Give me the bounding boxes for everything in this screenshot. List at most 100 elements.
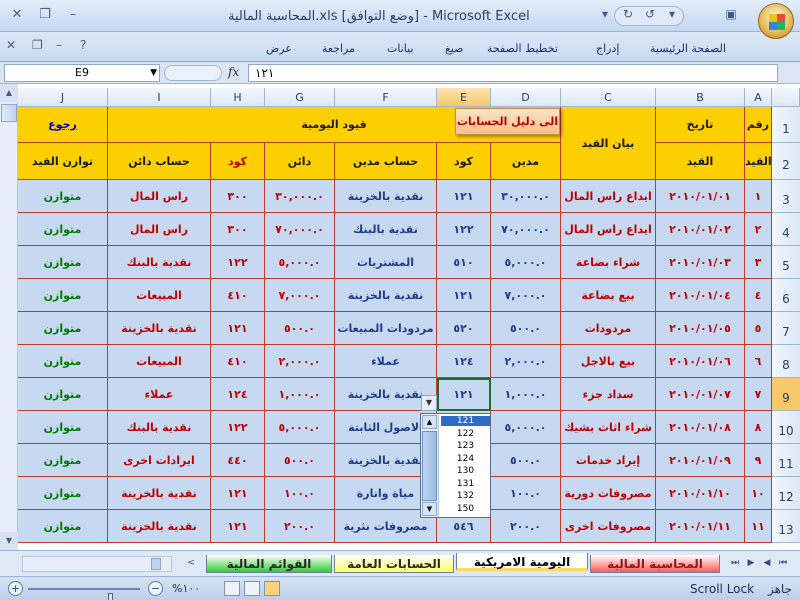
credit-account[interactable]: نقدية بالخزينة (108, 510, 211, 543)
col-header-i[interactable]: I (108, 88, 211, 107)
dropdown-scroll-thumb[interactable] (422, 431, 437, 501)
debit-code[interactable]: ١٢٤ (437, 345, 491, 378)
balance-status[interactable]: متوازن (18, 378, 108, 411)
sheet-tab-1[interactable]: المحاسبة المالية (590, 555, 720, 573)
active-cell-e9[interactable] (437, 378, 491, 411)
row-header-2[interactable]: 2 (772, 143, 800, 180)
entry-date[interactable]: ٢٠١٠/٠١/٠٨ (656, 411, 745, 444)
debit-amount[interactable]: ٢,٠٠٠.٠ (491, 345, 561, 378)
horizontal-scrollbar[interactable] (22, 556, 172, 572)
tab-home[interactable]: الصفحة الرئيسية (650, 42, 726, 55)
credit-code[interactable]: ٣٠٠ (211, 213, 265, 246)
entry-description[interactable]: مردودات (561, 312, 656, 345)
credit-code[interactable]: ١٢٢ (211, 246, 265, 279)
credit-amount[interactable]: ٥٠٠.٠ (265, 312, 335, 345)
entry-description[interactable]: بيع بضاعة (561, 279, 656, 312)
tab-view[interactable]: عرض (266, 42, 292, 55)
credit-account[interactable]: المبيعات (108, 279, 211, 312)
credit-amount[interactable]: ٥,٠٠٠.٠ (265, 246, 335, 279)
close-icon[interactable]: ✕ (6, 6, 28, 24)
entry-number[interactable]: ٦ (745, 345, 772, 378)
credit-account[interactable]: نقدية بالخزينة (108, 312, 211, 345)
zoom-slider-thumb[interactable] (108, 593, 113, 600)
entry-description[interactable]: سداد جزء (561, 378, 656, 411)
debit-account[interactable]: عملاء (335, 345, 437, 378)
sheet-tab-2[interactable]: اليومية الامريكية (456, 553, 588, 571)
row-header-13[interactable]: 13 (772, 510, 800, 543)
debit-amount[interactable]: ٧٠,٠٠٠.٠ (491, 213, 561, 246)
credit-amount[interactable]: ٣٠,٠٠٠.٠ (265, 180, 335, 213)
row-header-7[interactable]: 7 (772, 312, 800, 345)
col-header-g[interactable]: G (265, 88, 335, 107)
debit-amount[interactable]: ٥,٠٠٠.٠ (491, 246, 561, 279)
entry-number[interactable]: ٨ (745, 411, 772, 444)
sheet-tab-3[interactable]: الحسابات العامة (334, 555, 454, 573)
credit-code[interactable]: ١٢١ (211, 477, 265, 510)
entry-date[interactable]: ٢٠١٠/٠١/٠٤ (656, 279, 745, 312)
col-header-j[interactable]: J (18, 88, 108, 107)
balance-status[interactable]: متوازن (18, 312, 108, 345)
vertical-scrollbar[interactable]: ▲ ▼ (0, 84, 18, 550)
credit-amount[interactable]: ٥,٠٠٠.٠ (265, 411, 335, 444)
dropdown-arrow-icon[interactable]: ▼ (421, 395, 437, 411)
debit-amount[interactable]: ١٠٠.٠ (491, 477, 561, 510)
col-header-h[interactable]: H (211, 88, 265, 107)
entry-date[interactable]: ٢٠١٠/٠١/٠٦ (656, 345, 745, 378)
debit-account[interactable]: نقدية بالبنك (335, 213, 437, 246)
credit-amount[interactable]: ٢٠٠.٠ (265, 510, 335, 543)
debit-code[interactable]: ١٢٢ (437, 213, 491, 246)
dropdown-option[interactable]: 122 (441, 429, 490, 439)
credit-code[interactable]: ١٢١ (211, 312, 265, 345)
dropdown-option[interactable]: 123 (441, 441, 490, 451)
entry-number[interactable]: ٣ (745, 246, 772, 279)
credit-code[interactable]: ٤١٠ (211, 279, 265, 312)
row-header-8[interactable]: 8 (772, 345, 800, 378)
credit-amount[interactable]: ٢,٠٠٠.٠ (265, 345, 335, 378)
entry-description[interactable]: مصروفات اخرى (561, 510, 656, 543)
tab-insert[interactable]: إدراج (596, 42, 619, 55)
formula-input[interactable]: ١٢١ (248, 64, 778, 82)
col-header-c[interactable]: C (561, 88, 656, 107)
balance-status[interactable]: متوازن (18, 180, 108, 213)
zoom-level[interactable]: %١٠٠ (172, 582, 200, 595)
col-header-b[interactable]: B (656, 88, 745, 107)
debit-code[interactable]: ١٢١ (437, 180, 491, 213)
row-header-12[interactable]: 12 (772, 477, 800, 510)
debit-account[interactable]: نقدية بالخزينة (335, 180, 437, 213)
scroll-down-icon[interactable]: ▼ (0, 532, 18, 550)
tab-formulas[interactable]: صيغ (445, 42, 464, 55)
row-header-1[interactable]: 1 (772, 107, 800, 143)
credit-code[interactable]: ١٢٢ (211, 411, 265, 444)
restore-icon[interactable]: ❐ (34, 6, 56, 24)
credit-amount[interactable]: ٥٠٠.٠ (265, 444, 335, 477)
tab-nav-prev-icon[interactable]: ◀ (760, 556, 774, 570)
credit-account[interactable]: راس المال (108, 213, 211, 246)
dropdown-option[interactable]: 131 (441, 479, 490, 489)
balance-status[interactable]: متوازن (18, 213, 108, 246)
workbook-restore-icon[interactable]: ❐ (32, 38, 43, 52)
row-header-3[interactable]: 3 (772, 180, 800, 213)
balance-status[interactable]: متوازن (18, 411, 108, 444)
dropdown-scroll-up-icon[interactable]: ▲ (422, 415, 437, 429)
col-header-d[interactable]: D (491, 88, 561, 107)
tab-scroll-split-icon[interactable]: < (184, 556, 198, 570)
credit-amount[interactable]: ٧,٠٠٠.٠ (265, 279, 335, 312)
credit-account[interactable]: عملاء (108, 378, 211, 411)
save-icon[interactable]: ▣ (722, 7, 740, 25)
credit-code[interactable]: ١٢٤ (211, 378, 265, 411)
credit-account[interactable]: المبيعات (108, 345, 211, 378)
page-break-view-icon[interactable] (264, 581, 280, 596)
dropdown-option[interactable]: 132 (441, 491, 490, 501)
entry-number[interactable]: ١٠ (745, 477, 772, 510)
entry-description[interactable]: شراء بضاعة (561, 246, 656, 279)
entry-number[interactable]: ٢ (745, 213, 772, 246)
workbook-minimize-icon[interactable]: – (56, 38, 62, 52)
qat-more-icon[interactable]: ▾ (663, 7, 681, 25)
entry-number[interactable]: ١١ (745, 510, 772, 543)
entry-number[interactable]: ٤ (745, 279, 772, 312)
credit-amount[interactable]: ١,٠٠٠.٠ (265, 378, 335, 411)
row-header-6[interactable]: 6 (772, 279, 800, 312)
debit-account[interactable]: مردودات المبيعات (335, 312, 437, 345)
name-box-dropdown-icon[interactable]: ▼ (150, 65, 157, 81)
debit-amount[interactable]: ٥٠٠.٠ (491, 312, 561, 345)
